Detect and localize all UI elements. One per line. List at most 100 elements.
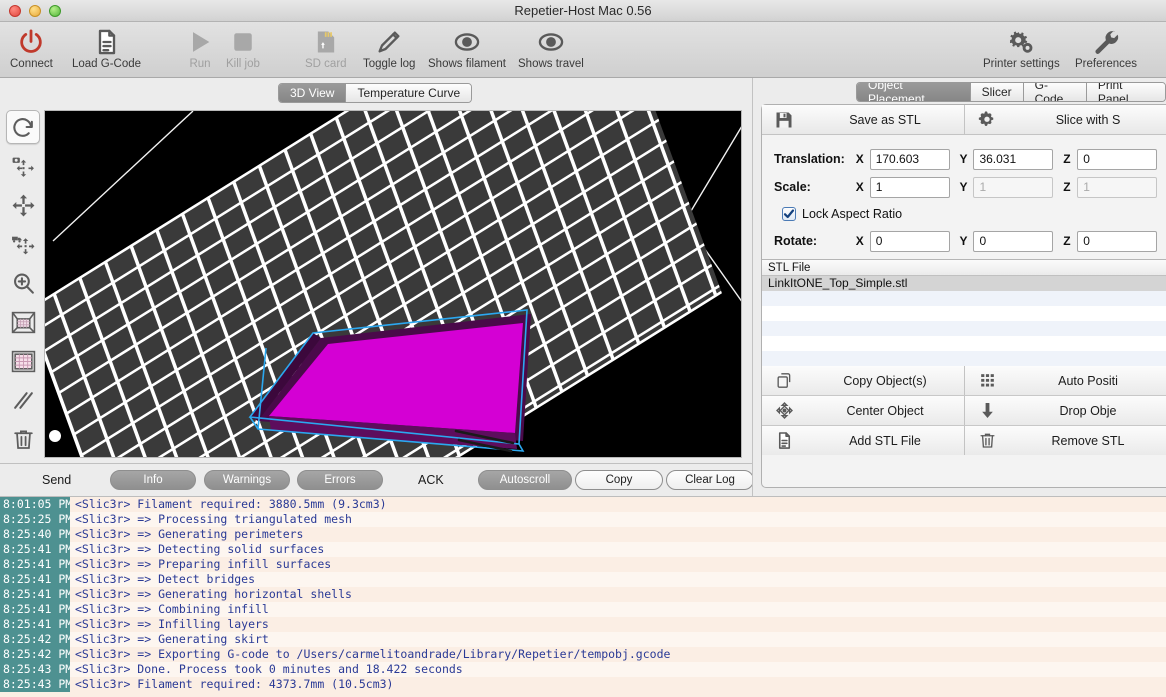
eye-icon bbox=[537, 27, 565, 57]
3d-viewport[interactable] bbox=[44, 110, 742, 458]
log-timestamp: 8:25:25 PM bbox=[0, 512, 70, 527]
axis-label-x: X bbox=[855, 234, 864, 248]
input-scale-y: 1 bbox=[973, 176, 1054, 198]
perspective-view-tool[interactable] bbox=[6, 305, 40, 339]
copy-icon bbox=[762, 371, 806, 390]
log-row: 8:25:42 PM <Slic3r> => Exporting G-code t… bbox=[0, 647, 1166, 662]
toolbar-button-kill-job: Kill job bbox=[226, 24, 260, 76]
input-rotate-x[interactable]: 0 bbox=[869, 230, 950, 252]
transform-form: Translation: X 170.603 Y 36.031 Z 0 Scale: X 1 Y 1 Z… bbox=[762, 135, 1166, 259]
tab-g-code[interactable]: G-Code bbox=[1023, 83, 1087, 101]
button-copy-object-s-[interactable]: Copy Object(s) bbox=[762, 366, 965, 395]
transform-row: Translation: X 170.603 Y 36.031 Z 0 bbox=[774, 145, 1166, 173]
stl-list-item[interactable] bbox=[762, 351, 1166, 366]
document-icon bbox=[93, 27, 121, 57]
lock-aspect-ratio-checkbox[interactable]: Lock Aspect Ratio bbox=[774, 201, 1166, 227]
window-title: Repetier-Host Mac 0.56 bbox=[514, 3, 652, 18]
input-translation-z[interactable]: 0 bbox=[1077, 148, 1157, 170]
input-rotate-z[interactable]: 0 bbox=[1077, 230, 1157, 252]
log-row: 8:01:05 PM <Slic3r> Filament required: 38… bbox=[0, 497, 1166, 512]
button-auto-positi[interactable]: Auto Positi bbox=[965, 366, 1166, 395]
rotate-view-tool[interactable] bbox=[6, 110, 40, 144]
log-row: 8:25:41 PM <Slic3r> => Generating horizon… bbox=[0, 587, 1166, 602]
log-button-copy[interactable]: Copy bbox=[575, 470, 663, 490]
log-row: 8:25:41 PM <Slic3r> => Detect bridges bbox=[0, 572, 1166, 587]
button-slice-with-s[interactable]: Slice with S bbox=[965, 105, 1166, 134]
log-timestamp: 8:25:42 PM bbox=[0, 647, 70, 662]
toolbar-button-printer-settings[interactable]: Printer settings bbox=[983, 24, 1060, 76]
toolbar-button-load-g-code[interactable]: Load G-Code bbox=[72, 24, 141, 76]
axis-label-z: Z bbox=[1063, 234, 1071, 248]
tab-3d-view[interactable]: 3D View bbox=[279, 84, 347, 102]
arrow-down-icon bbox=[965, 401, 1009, 420]
log-timestamp: 8:25:41 PM bbox=[0, 572, 70, 587]
toolbar-button-label: Load G-Code bbox=[72, 58, 142, 70]
grid-dots-icon bbox=[965, 371, 1009, 390]
axis-label-z: Z bbox=[1063, 180, 1071, 194]
log-message: <Slic3r> => Preparing infill surfaces bbox=[75, 557, 332, 571]
top-view-tool[interactable] bbox=[6, 344, 40, 378]
log-row: 8:25:25 PM <Slic3r> => Processing triangu… bbox=[0, 512, 1166, 527]
button-label: Remove STL bbox=[1051, 433, 1125, 448]
checkbox-box[interactable] bbox=[782, 207, 796, 221]
grid-view-icon bbox=[11, 349, 36, 374]
log-button-info[interactable]: Info bbox=[110, 470, 196, 490]
toolbar-button-shows-travel[interactable]: Shows travel bbox=[518, 24, 584, 76]
button-center-object[interactable]: Center Object bbox=[762, 396, 965, 425]
log-button-clear-log[interactable]: Clear Log bbox=[666, 470, 754, 490]
log-list[interactable]: 8:01:05 PM <Slic3r> Filament required: 38… bbox=[0, 496, 1166, 697]
toolbar-button-run: Run bbox=[186, 24, 214, 76]
transform-row: Scale: X 1 Y 1 Z 1 bbox=[774, 173, 1166, 201]
log-button-warnings[interactable]: Warnings bbox=[204, 470, 290, 490]
log-button-autoscroll[interactable]: Autoscroll bbox=[478, 470, 572, 490]
log-row: 8:25:41 PM <Slic3r> => Preparing infill s… bbox=[0, 557, 1166, 572]
log-timestamp: 8:25:40 PM bbox=[0, 527, 70, 542]
log-row: 8:25:43 PM <Slic3r> Done. Process took 0 … bbox=[0, 662, 1166, 677]
stl-list-item[interactable] bbox=[762, 336, 1166, 351]
tab-temperature-curve[interactable]: Temperature Curve bbox=[346, 84, 472, 102]
tab-slicer[interactable]: Slicer bbox=[970, 83, 1024, 101]
view-tabs[interactable]: 3D View Temperature Curve bbox=[278, 83, 473, 103]
axis-label-z: Z bbox=[1063, 152, 1071, 166]
log-row: 8:25:41 PM <Slic3r> => Combining infill bbox=[0, 602, 1166, 617]
right-tabs[interactable]: Object Placement Slicer G-Code Print Panel bbox=[856, 82, 1166, 102]
toolbar-button-toggle-log[interactable]: Toggle log bbox=[363, 24, 415, 76]
tab-object-placement[interactable]: Object Placement bbox=[857, 83, 971, 101]
input-translation-x[interactable]: 170.603 bbox=[869, 148, 950, 170]
zoom-view-tool[interactable] bbox=[6, 266, 40, 300]
button-save-as-stl[interactable]: Save as STL bbox=[762, 105, 965, 134]
tab-print-panel[interactable]: Print Panel bbox=[1086, 83, 1165, 101]
move-object-tool[interactable] bbox=[6, 227, 40, 261]
log-button-errors[interactable]: Errors bbox=[297, 470, 383, 490]
input-scale-x[interactable]: 1 bbox=[869, 176, 950, 198]
parallel-view-tool[interactable] bbox=[6, 383, 40, 417]
log-message: <Slic3r> => Processing triangulated mesh bbox=[75, 512, 352, 526]
stl-list-body[interactable]: LinkItONE_Top_Simple.stl bbox=[762, 276, 1166, 366]
toolbar-button-preferences[interactable]: Preferences bbox=[1075, 24, 1137, 76]
log-row: 8:25:41 PM <Slic3r> => Detecting solid su… bbox=[0, 542, 1166, 557]
log-timestamp: 8:25:41 PM bbox=[0, 542, 70, 557]
stl-list-item[interactable] bbox=[762, 306, 1166, 321]
toolbar-button-shows-filament[interactable]: Shows filament bbox=[428, 24, 506, 76]
log-timestamp: 8:01:05 PM bbox=[0, 497, 70, 512]
parallel-lines-icon bbox=[11, 388, 36, 413]
move-camera-tool[interactable] bbox=[6, 149, 40, 183]
toolbar-button-connect[interactable]: Connect bbox=[10, 24, 53, 76]
delete-object-tool[interactable] bbox=[6, 422, 40, 456]
stl-list-item[interactable] bbox=[762, 321, 1166, 336]
stl-list-item[interactable]: LinkItONE_Top_Simple.stl bbox=[762, 276, 1166, 291]
left-pane bbox=[0, 106, 752, 463]
button-add-stl-file[interactable]: Add STL File bbox=[762, 426, 965, 455]
stl-list-item[interactable] bbox=[762, 291, 1166, 306]
input-translation-y[interactable]: 36.031 bbox=[973, 148, 1054, 170]
toolbar-button-label: Shows filament bbox=[428, 58, 506, 70]
button-label: Auto Positi bbox=[1058, 373, 1118, 388]
log-timestamp: 8:25:43 PM bbox=[0, 662, 70, 677]
pan-view-tool[interactable] bbox=[6, 188, 40, 222]
button-drop-obje[interactable]: Drop Obje bbox=[965, 396, 1166, 425]
power-icon bbox=[17, 27, 45, 57]
input-rotate-y[interactable]: 0 bbox=[973, 230, 1054, 252]
log-row: 8:25:40 PM <Slic3r> => Generating perimet… bbox=[0, 527, 1166, 542]
button-remove-stl[interactable]: Remove STL bbox=[965, 426, 1166, 455]
title-bar: Repetier-Host Mac 0.56 bbox=[0, 0, 1166, 22]
